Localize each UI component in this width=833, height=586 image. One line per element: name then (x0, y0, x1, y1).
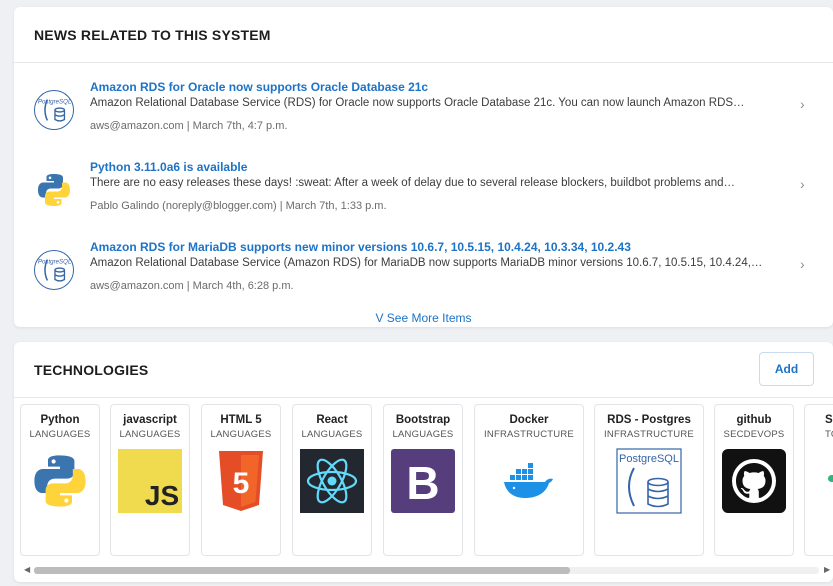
news-item-title[interactable]: Amazon RDS for Oracle now supports Oracl… (90, 80, 428, 94)
technologies-panel: TECHNOLOGIES Add Python LANGUAGES javasc… (14, 342, 833, 582)
scroll-left-icon[interactable]: ◀ (24, 565, 30, 574)
tech-card-slack[interactable]: S TO (804, 404, 833, 556)
python-icon (27, 448, 93, 514)
tech-category: LANGUAGES (301, 429, 363, 440)
tech-category: INFRASTRUCTURE (604, 429, 694, 440)
tech-name: RDS - Postgres (607, 414, 691, 426)
chevron-right-icon[interactable]: › (800, 96, 805, 112)
tech-card-react[interactable]: React LANGUAGES (292, 404, 372, 556)
bootstrap-icon: B (390, 448, 456, 514)
postgresql-icon: PostgreSQL (34, 250, 74, 290)
news-item-description: Amazon Relational Database Service (RDS)… (90, 97, 745, 109)
tech-category: INFRASTRUCTURE (484, 429, 574, 440)
svg-text:PostgreSQL: PostgreSQL (38, 98, 72, 105)
news-header: NEWS RELATED TO THIS SYSTEM (14, 7, 833, 63)
github-icon (721, 448, 787, 514)
postgresql-icon: PostgreSQL (34, 90, 74, 130)
svg-text:PostgreSQL: PostgreSQL (38, 258, 72, 265)
news-item-meta: aws@amazon.com | March 4th, 6:28 p.m. (90, 280, 294, 292)
docker-icon (496, 448, 562, 514)
add-technology-button[interactable]: Add (759, 352, 814, 386)
news-item-title[interactable]: Amazon RDS for MariaDB supports new mino… (90, 240, 631, 254)
tech-name: Python (40, 414, 80, 426)
svg-text:5: 5 (233, 467, 250, 500)
news-title: NEWS RELATED TO THIS SYSTEM (34, 26, 271, 43)
tech-name: Docker (509, 414, 549, 426)
tech-card-bootstrap[interactable]: Bootstrap LANGUAGES B (383, 404, 463, 556)
news-item[interactable]: PostgreSQL Amazon RDS for Oracle now sup… (14, 80, 833, 144)
tech-card-rds-postgres[interactable]: RDS - Postgres INFRASTRUCTURE PostgreSQL (594, 404, 704, 556)
tech-card-docker[interactable]: Docker INFRASTRUCTURE (474, 404, 584, 556)
python-icon (34, 170, 74, 210)
scroll-thumb[interactable] (34, 567, 570, 574)
tech-category: TO (825, 429, 833, 440)
news-item-description: Amazon Relational Database Service (Amaz… (90, 257, 763, 269)
scroll-right-icon[interactable]: ▶ (824, 565, 830, 574)
news-item[interactable]: PostgreSQL Amazon RDS for MariaDB suppor… (14, 240, 833, 304)
tech-name: Bootstrap (395, 414, 451, 426)
tech-name: React (316, 414, 348, 426)
tech-card-python[interactable]: Python LANGUAGES (20, 404, 100, 556)
tech-category: LANGUAGES (210, 429, 272, 440)
technologies-header: TECHNOLOGIES (14, 342, 833, 398)
html5-icon: 5 (208, 448, 274, 514)
news-panel: NEWS RELATED TO THIS SYSTEM PostgreSQL A… (14, 7, 833, 327)
technologies-title: TECHNOLOGIES (34, 361, 149, 378)
chevron-right-icon[interactable]: › (800, 176, 805, 192)
tech-card-html5[interactable]: HTML 5 LANGUAGES 5 (201, 404, 281, 556)
news-item-meta: Pablo Galindo (noreply@blogger.com) | Ma… (90, 200, 387, 212)
postgresql-icon: PostgreSQL (616, 448, 682, 514)
technologies-list: Python LANGUAGES javascript LANGUAGES JS (14, 404, 833, 556)
see-more-link[interactable]: V See More Items (14, 311, 833, 325)
chevron-right-icon[interactable]: › (800, 256, 805, 272)
tech-name: S (825, 414, 833, 426)
tech-name: javascript (123, 414, 177, 426)
svg-text:PostgreSQL: PostgreSQL (619, 453, 679, 465)
news-item-description: There are no easy releases these days! :… (90, 177, 735, 189)
news-item-meta: aws@amazon.com | March 7th, 4:7 p.m. (90, 120, 288, 132)
svg-text:B: B (406, 457, 439, 509)
horizontal-scrollbar[interactable]: ◀ ▶ (24, 564, 833, 576)
tech-name: github (736, 414, 772, 426)
news-item-title[interactable]: Python 3.11.0a6 is available (90, 160, 247, 174)
tech-name: HTML 5 (220, 414, 262, 426)
tech-card-javascript[interactable]: javascript LANGUAGES JS (110, 404, 190, 556)
news-item[interactable]: Python 3.11.0a6 is available There are n… (14, 160, 833, 224)
react-icon (299, 448, 365, 514)
tech-category: LANGUAGES (119, 429, 181, 440)
javascript-icon: JS (117, 448, 183, 514)
tech-card-github[interactable]: github SECDEVOPS (714, 404, 794, 556)
tech-category: LANGUAGES (392, 429, 454, 440)
svg-text:JS: JS (145, 480, 179, 511)
slack-icon (811, 448, 833, 514)
tech-category: SECDEVOPS (723, 429, 785, 440)
tech-category: LANGUAGES (29, 429, 91, 440)
